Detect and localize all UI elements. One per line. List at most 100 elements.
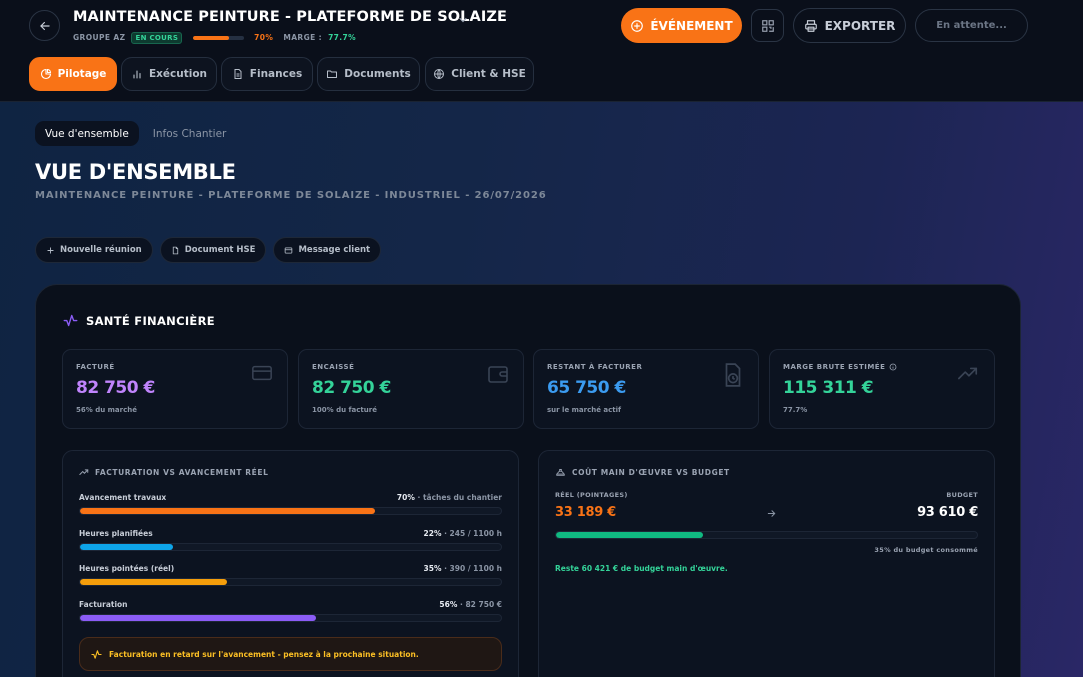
progress-track [79, 543, 502, 551]
progress-track [79, 507, 502, 515]
progress-fill [80, 508, 375, 514]
labor-panel-title: COÛT MAIN D'ŒUVRE VS BUDGET [555, 467, 730, 477]
kpi-label: RESTANT À FACTURER [547, 363, 643, 371]
progress-detail: · 82 750 € [460, 600, 502, 609]
progress-track [79, 578, 502, 586]
real-cost-label: RÉEL (POINTAGES) [555, 491, 628, 499]
kpi-value: 82 750 € [312, 378, 391, 398]
qr-code-icon [761, 19, 774, 32]
document-icon [172, 246, 178, 254]
labor-budget-fill [556, 532, 704, 538]
kpi-sub: 56% du marché [76, 406, 137, 414]
financial-health-label: SANTÉ FINANCIÈRE [86, 313, 215, 328]
main-content: Vue d'ensemble Infos Chantier VUE D'ENSE… [0, 102, 1083, 677]
kpi-value: 82 750 € [76, 378, 155, 398]
tab-finances[interactable]: Finances [221, 57, 313, 91]
tab-label: Exécution [148, 68, 208, 80]
kpi-label-text: MARGE BRUTE ESTIMÉE [783, 363, 886, 371]
kpi-sub: sur le marché actif [547, 406, 622, 414]
tab-label: Pilotage [57, 68, 107, 80]
progress-row-facturation: Facturation 56% · 82 750 € [79, 600, 502, 622]
project-progress-bar [193, 35, 245, 40]
activity-icon [91, 649, 102, 659]
kpi-restant-a-facturer: RESTANT À FACTURER 65 750 € sur le march… [533, 349, 759, 429]
billing-panel-title-text: FACTURATION VS AVANCEMENT RÉEL [95, 467, 269, 477]
tab-client-hse[interactable]: Client & HSE [425, 57, 534, 91]
page-subtitle: MAINTENANCE PEINTURE - PLATEFORME DE SOL… [35, 190, 547, 201]
add-event-label: ÉVÉNEMENT [650, 18, 733, 33]
trending-up-icon [958, 367, 978, 380]
real-cost-value: 33 189 € [555, 505, 616, 520]
add-event-button[interactable]: ÉVÉNEMENT [621, 8, 742, 43]
kpi-encaisse: ENCAISSÉ 82 750 € 100% du facturé [298, 349, 524, 429]
new-meeting-button[interactable]: Nouvelle réunion [35, 237, 153, 263]
file-clock-icon [725, 363, 741, 387]
globe-icon [434, 69, 445, 79]
hse-document-button[interactable]: Document HSE [159, 237, 267, 263]
progress-pct: 35% [423, 564, 442, 573]
progress-label: Heures pointées (réel) [79, 564, 175, 573]
credit-card-icon [252, 365, 272, 381]
back-button[interactable] [29, 10, 60, 41]
progress-pct: 56% [439, 600, 458, 609]
activity-icon [63, 314, 78, 327]
wallet-icon [488, 366, 508, 383]
progress-row-avancement: Avancement travaux 70% · tâches du chanti… [79, 493, 502, 515]
pie-chart-icon [40, 68, 51, 80]
folder-icon [327, 70, 338, 78]
info-icon[interactable] [889, 363, 897, 371]
project-meta: GROUPE AZ EN COURS 70% MARGE : 77.7% [73, 31, 356, 44]
progress-label: Avancement travaux [79, 493, 167, 502]
kpi-label: MARGE BRUTE ESTIMÉE [783, 363, 897, 371]
chevron-down-icon [459, 17, 467, 23]
progress-pct: 22% [423, 529, 442, 538]
hard-hat-icon [556, 469, 565, 476]
tab-execution[interactable]: Exécution [121, 57, 217, 91]
kpi-label: ENCAISSÉ [312, 363, 355, 371]
labor-panel-title-text: COÛT MAIN D'ŒUVRE VS BUDGET [572, 467, 730, 477]
export-button[interactable]: EXPORTER [793, 8, 906, 43]
kpi-marge-brute: MARGE BRUTE ESTIMÉE 115 311 € 77.7% [769, 349, 995, 429]
financial-health-title: SANTÉ FINANCIÈRE [63, 313, 215, 328]
kpi-facture: FACTURÉ 82 750 € 56% du marché [62, 349, 288, 429]
project-selector-dropdown[interactable] [457, 11, 469, 30]
tab-documents[interactable]: Documents [317, 57, 420, 91]
tab-label: Documents [344, 68, 411, 80]
export-label: EXPORTER [824, 18, 896, 33]
bar-chart-icon [133, 70, 141, 79]
labor-cost-panel: COÛT MAIN D'ŒUVRE VS BUDGET RÉEL (POINTA… [538, 450, 995, 677]
progress-label: Heures planifiées [79, 529, 153, 538]
top-header: MAINTENANCE PEINTURE - PLATEFORME DE SOL… [0, 0, 1083, 102]
progress-detail: · 245 / 1100 h [444, 529, 502, 538]
kpi-sub: 100% du facturé [312, 406, 377, 414]
marge-label: MARGE : [283, 33, 323, 42]
plus-icon [47, 246, 54, 254]
qr-code-button[interactable] [751, 9, 784, 42]
budget-value: 93 610 € [917, 505, 978, 520]
trending-up-icon [79, 469, 89, 475]
progress-fill [80, 544, 173, 550]
billing-delay-alert: Facturation en retard sur l'avancement -… [79, 637, 502, 671]
client-group: GROUPE AZ [73, 33, 126, 42]
billing-vs-progress-panel: FACTURATION VS AVANCEMENT RÉEL Avancemen… [62, 450, 519, 677]
progress-fill [80, 615, 316, 621]
labor-budget-track [555, 531, 978, 539]
alert-text: Facturation en retard sur l'avancement -… [109, 649, 419, 659]
tab-label: Finances [249, 68, 303, 80]
progress-track [79, 614, 502, 622]
project-progress-value: 70% [254, 33, 274, 42]
status-badge: EN COURS [131, 31, 183, 44]
file-icon [234, 69, 242, 79]
subtab-vue-ensemble[interactable]: Vue d'ensemble [35, 121, 139, 146]
arrow-left-icon [39, 21, 50, 30]
client-message-button[interactable]: Message client [273, 237, 382, 263]
tab-label: Client & HSE [451, 68, 526, 80]
new-meeting-label: Nouvelle réunion [60, 245, 142, 255]
kpi-sub: 77.7% [783, 406, 808, 414]
financial-health-card: SANTÉ FINANCIÈRE FACTURÉ 82 750 € 56% du… [35, 284, 1021, 677]
status-waiting-button[interactable]: En attente... [915, 9, 1028, 42]
progress-label: Facturation [79, 600, 128, 609]
progress-row-heures-pointees: Heures pointées (réel) 35% · 390 / 1100 h [79, 564, 502, 586]
subtab-infos-chantier[interactable]: Infos Chantier [143, 121, 237, 146]
tab-pilotage[interactable]: Pilotage [29, 57, 117, 91]
